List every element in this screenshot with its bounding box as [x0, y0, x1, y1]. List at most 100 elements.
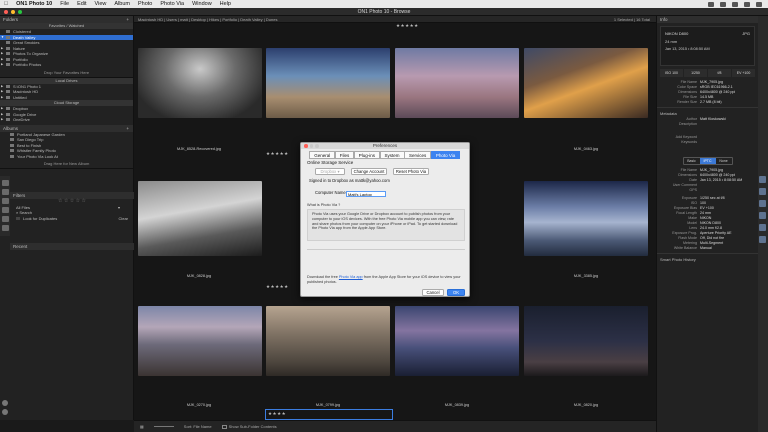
rating-stars[interactable]: ★★★★★ — [266, 284, 289, 290]
photo-thumbnail[interactable] — [138, 48, 262, 118]
photo-thumbnail[interactable] — [524, 48, 648, 118]
apple-icon[interactable]:  — [4, 1, 8, 7]
dialog-titlebar: Preferences — [301, 143, 469, 149]
menu-window[interactable]: Window — [192, 1, 212, 7]
status-icon[interactable] — [744, 1, 750, 7]
album-icon — [10, 138, 14, 142]
photo-thumbnail[interactable] — [138, 181, 262, 256]
checkbox-icon[interactable] — [221, 424, 227, 429]
status-icon[interactable] — [720, 1, 726, 7]
photo-via-app-link[interactable]: Photo Via app — [339, 275, 363, 279]
thumbnail-caption: MJK_0270.jpg — [186, 403, 212, 407]
menu-edit[interactable]: Edit — [77, 1, 86, 7]
brush-icon[interactable] — [759, 236, 766, 243]
zoom-window-button[interactable] — [18, 10, 22, 14]
drive-item[interactable]: ▶ Untitled — [0, 95, 133, 101]
photo-thumbnail[interactable] — [266, 306, 390, 376]
menu-app[interactable]: ON1 Photo 10 — [16, 1, 52, 7]
resize-module-icon[interactable] — [1, 216, 9, 222]
photo-thumbnail[interactable] — [395, 306, 519, 376]
photo-thumbnail[interactable] — [395, 48, 519, 118]
grid-view-icon[interactable]: ▦ — [140, 424, 144, 429]
browse-module-icon[interactable] — [1, 180, 9, 186]
settings-icon[interactable] — [2, 400, 8, 406]
tab-photo-via[interactable]: Photo Via — [430, 151, 461, 159]
photo-thumbnail[interactable] — [524, 306, 648, 376]
photo-thumbnail[interactable] — [524, 181, 648, 256]
menu-file[interactable]: File — [60, 1, 69, 7]
show-subfolders-toggle[interactable]: Show Sub-Folder Contents — [221, 424, 277, 429]
crop-icon[interactable] — [759, 212, 766, 219]
status-icon[interactable] — [732, 1, 738, 7]
metadata-preset-tabs: Basic IPTC None — [682, 157, 733, 165]
storage-service-select[interactable]: Dropbox ▾ — [315, 168, 345, 175]
help-icon[interactable] — [2, 409, 8, 415]
albums-header[interactable]: Albums + — [0, 124, 133, 132]
album-item[interactable]: Your Photo Via Look At — [0, 154, 133, 160]
rating-stars[interactable]: ★★★★★ — [396, 23, 419, 29]
cloud-item[interactable]: ▶ OneDrive — [0, 117, 133, 123]
dialog-close-button[interactable] — [304, 144, 308, 148]
status-icon[interactable] — [756, 1, 762, 7]
ok-button[interactable]: OK — [447, 289, 465, 296]
rating-stars[interactable]: ★★★★★ — [266, 151, 289, 157]
tab-general[interactable]: General — [309, 151, 336, 159]
disclosure-triangle-icon[interactable]: ▶ — [1, 117, 3, 123]
meta-value[interactable]: Matt Kloskowski — [700, 117, 726, 122]
tab-none[interactable]: None — [716, 158, 732, 164]
change-account-button[interactable]: Change Account — [351, 168, 387, 175]
tab-iptc[interactable]: IPTC — [699, 158, 716, 164]
menu-view[interactable]: View — [95, 1, 107, 7]
filter-clear-button[interactable]: Clear — [118, 216, 128, 222]
menu-album[interactable]: Album — [114, 1, 130, 7]
hand-icon[interactable] — [759, 200, 766, 207]
recent-header[interactable]: Recent — [10, 243, 134, 250]
checkbox-icon[interactable] — [16, 216, 20, 220]
add-album-icon[interactable]: + — [126, 125, 129, 132]
tab-system[interactable]: System — [379, 151, 405, 159]
tab-services[interactable]: Services — [404, 151, 432, 159]
search-icon[interactable] — [759, 176, 766, 183]
breadcrumb-path[interactable]: Macintosh HD | Users | matt | Desktop | … — [138, 17, 277, 22]
status-icon[interactable] — [708, 1, 714, 7]
download-note-text: Download the free — [307, 275, 339, 279]
layers-module-icon[interactable] — [1, 207, 9, 213]
aperture-value: f/8 — [708, 69, 731, 77]
thumbnail-caption: MJK_0828.jpg — [186, 274, 212, 278]
info-header[interactable]: Info — [657, 16, 758, 23]
folder-item[interactable]: ▶ Portfolio Photos — [0, 62, 133, 68]
effects-module-icon[interactable] — [1, 198, 9, 204]
album-label: Portland Japanese Garden — [17, 131, 65, 137]
albums-drop-zone[interactable]: Drag Here for New Album — [0, 159, 133, 169]
retouch-icon[interactable] — [759, 224, 766, 231]
filter-duplicates[interactable]: Look for Duplicates Clear — [10, 216, 134, 222]
reset-photo-via-button[interactable]: Reset Photo Via — [393, 168, 429, 175]
develop-module-icon[interactable] — [1, 189, 9, 195]
tab-files[interactable]: Files — [334, 151, 355, 159]
tab-plug-ins[interactable]: Plug-ins — [353, 151, 381, 159]
tab-basic[interactable]: Basic — [684, 158, 700, 164]
cancel-button[interactable]: Cancel — [422, 289, 444, 296]
photo-thumbnail[interactable] — [266, 48, 390, 118]
share-module-icon[interactable] — [1, 225, 9, 231]
photo-thumbnail[interactable] — [138, 306, 262, 376]
disclosure-triangle-icon[interactable]: ▶ — [1, 95, 3, 101]
menu-help[interactable]: Help — [220, 1, 231, 7]
add-folder-icon[interactable]: + — [126, 16, 129, 23]
disclosure-triangle-icon[interactable]: ▶ — [1, 62, 3, 68]
metadata-header[interactable]: Metadata — [657, 107, 758, 117]
sort-dropdown[interactable]: Sort: File Name — [184, 424, 212, 429]
favorites-drop-zone[interactable]: Drop Your Favorites Here — [0, 68, 133, 78]
computer-name-input[interactable] — [346, 191, 386, 197]
menu-photo[interactable]: Photo — [138, 1, 152, 7]
menu-photo-via[interactable]: Photo Via — [160, 1, 184, 7]
selected-thumbnail-frame[interactable] — [265, 409, 393, 420]
smart-photo-history-header[interactable]: Smart Photo History — [657, 253, 758, 263]
thumbnail-caption: MJK_3385.jpg — [573, 274, 599, 278]
minimize-window-button[interactable] — [11, 10, 15, 14]
zoom-slider[interactable] — [153, 426, 174, 427]
folders-header[interactable]: Folders + — [0, 16, 133, 23]
filter-search-placeholder: Search — [19, 210, 33, 215]
zoom-icon[interactable] — [759, 188, 766, 195]
close-window-button[interactable] — [4, 10, 8, 14]
